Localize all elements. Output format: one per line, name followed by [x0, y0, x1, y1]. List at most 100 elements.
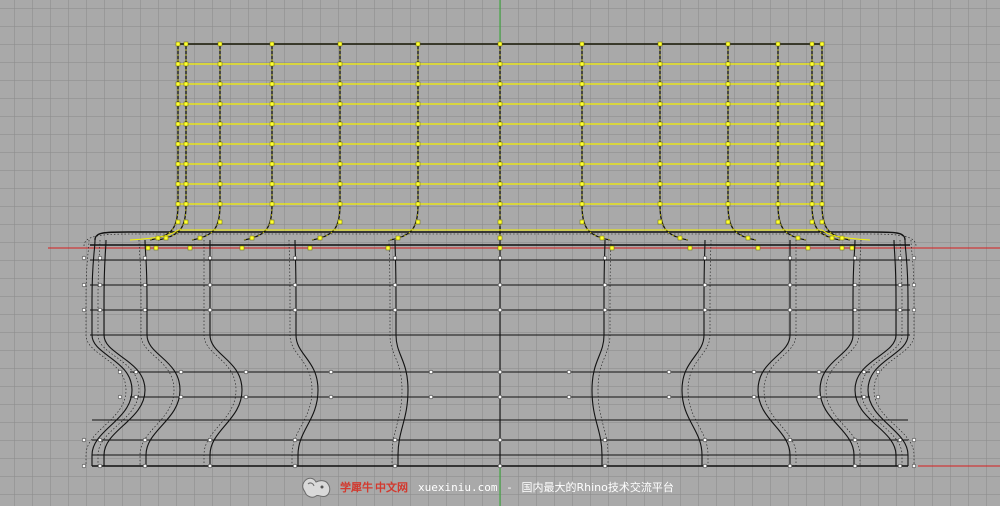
upper-fillet-control-point[interactable] [163, 235, 169, 241]
upper-control-point[interactable] [657, 81, 663, 87]
upper-control-point[interactable] [775, 101, 781, 107]
upper-fillet-control-point[interactable] [745, 235, 751, 241]
upper-fillet-control-point[interactable] [415, 219, 421, 225]
upper-fillet-control-point[interactable] [497, 219, 503, 225]
upper-control-point[interactable] [497, 161, 503, 167]
base-control-point[interactable] [897, 255, 903, 261]
base-control-point[interactable] [566, 369, 572, 375]
base-control-point[interactable] [97, 282, 103, 288]
upper-control-point[interactable] [269, 61, 275, 67]
viewport-canvas[interactable] [0, 0, 1000, 506]
upper-fillet-control-point[interactable] [839, 235, 845, 241]
base-control-point[interactable] [142, 282, 148, 288]
base-control-point[interactable] [751, 369, 757, 375]
upper-control-point[interactable] [725, 141, 731, 147]
lower-base-surface-wireframe[interactable] [83, 231, 917, 467]
upper-control-point[interactable] [819, 61, 825, 67]
base-control-point[interactable] [81, 437, 87, 443]
upper-control-point[interactable] [415, 61, 421, 67]
base-control-point[interactable] [602, 307, 608, 313]
base-control-point[interactable] [178, 394, 184, 400]
base-control-point[interactable] [702, 282, 708, 288]
base-control-point[interactable] [81, 307, 87, 313]
base-control-point[interactable] [497, 463, 503, 469]
base-control-point[interactable] [142, 255, 148, 261]
base-control-point[interactable] [666, 394, 672, 400]
upper-control-point[interactable] [657, 141, 663, 147]
base-control-point[interactable] [702, 463, 708, 469]
base-control-point[interactable] [97, 307, 103, 313]
upper-control-point[interactable] [579, 121, 585, 127]
upper-control-point[interactable] [657, 121, 663, 127]
upper-control-point[interactable] [819, 201, 825, 207]
rhino-viewport-front[interactable]: 学犀牛 中文网 xuexiniu.com - 国内最大的Rhino技术交流平台 [0, 0, 1000, 506]
upper-control-point[interactable] [775, 141, 781, 147]
upper-control-point[interactable] [175, 161, 181, 167]
upper-control-point[interactable] [579, 101, 585, 107]
upper-fillet-control-point[interactable] [725, 219, 731, 225]
base-control-point[interactable] [328, 369, 334, 375]
base-control-point[interactable] [787, 282, 793, 288]
base-control-point[interactable] [392, 307, 398, 313]
upper-control-point[interactable] [657, 201, 663, 207]
base-control-point[interactable] [751, 394, 757, 400]
base-control-point[interactable] [428, 394, 434, 400]
base-control-point[interactable] [392, 255, 398, 261]
base-control-point[interactable] [392, 437, 398, 443]
upper-fillet-control-point[interactable] [153, 245, 159, 251]
base-control-point[interactable] [816, 369, 822, 375]
upper-control-point[interactable] [819, 121, 825, 127]
base-control-point[interactable] [97, 463, 103, 469]
upper-control-point[interactable] [415, 141, 421, 147]
upper-control-point[interactable] [725, 101, 731, 107]
base-control-point[interactable] [852, 437, 858, 443]
upper-control-point[interactable] [725, 181, 731, 187]
base-control-point[interactable] [207, 463, 213, 469]
upper-control-point[interactable] [183, 181, 189, 187]
upper-control-point[interactable] [337, 61, 343, 67]
base-control-point[interactable] [207, 437, 213, 443]
base-control-point[interactable] [911, 437, 917, 443]
base-control-point[interactable] [911, 255, 917, 261]
upper-fillet-control-point[interactable] [819, 219, 825, 225]
upper-control-point[interactable] [497, 141, 503, 147]
upper-fillet-control-point[interactable] [317, 235, 323, 241]
upper-control-point[interactable] [175, 41, 181, 47]
upper-fillet-control-point[interactable] [497, 235, 503, 241]
upper-control-point[interactable] [269, 181, 275, 187]
base-control-point[interactable] [787, 307, 793, 313]
base-control-point[interactable] [497, 282, 503, 288]
base-control-point[interactable] [602, 282, 608, 288]
upper-fillet-control-point[interactable] [239, 245, 245, 251]
upper-fillet-control-point[interactable] [183, 219, 189, 225]
base-control-point[interactable] [787, 463, 793, 469]
upper-control-point[interactable] [819, 181, 825, 187]
base-control-point[interactable] [816, 394, 822, 400]
base-control-point[interactable] [602, 463, 608, 469]
upper-control-point[interactable] [579, 161, 585, 167]
upper-control-point[interactable] [175, 101, 181, 107]
upper-control-point[interactable] [725, 81, 731, 87]
upper-control-point[interactable] [183, 161, 189, 167]
upper-control-point[interactable] [775, 201, 781, 207]
upper-control-point[interactable] [183, 141, 189, 147]
base-control-point[interactable] [861, 369, 867, 375]
upper-control-point[interactable] [217, 161, 223, 167]
upper-fillet-control-point[interactable] [155, 235, 161, 241]
base-control-point[interactable] [133, 394, 139, 400]
upper-control-point[interactable] [579, 141, 585, 147]
base-control-point[interactable] [897, 307, 903, 313]
upper-control-point[interactable] [725, 201, 731, 207]
upper-fillet-control-point[interactable] [579, 219, 585, 225]
upper-fillet-control-point[interactable] [795, 235, 801, 241]
upper-control-point[interactable] [809, 201, 815, 207]
upper-control-point[interactable] [497, 61, 503, 67]
base-control-point[interactable] [566, 394, 572, 400]
upper-control-point[interactable] [579, 181, 585, 187]
upper-control-point[interactable] [217, 81, 223, 87]
upper-control-point[interactable] [175, 81, 181, 87]
upper-control-point[interactable] [657, 161, 663, 167]
upper-control-point[interactable] [579, 61, 585, 67]
upper-control-point[interactable] [657, 181, 663, 187]
upper-control-point[interactable] [415, 161, 421, 167]
